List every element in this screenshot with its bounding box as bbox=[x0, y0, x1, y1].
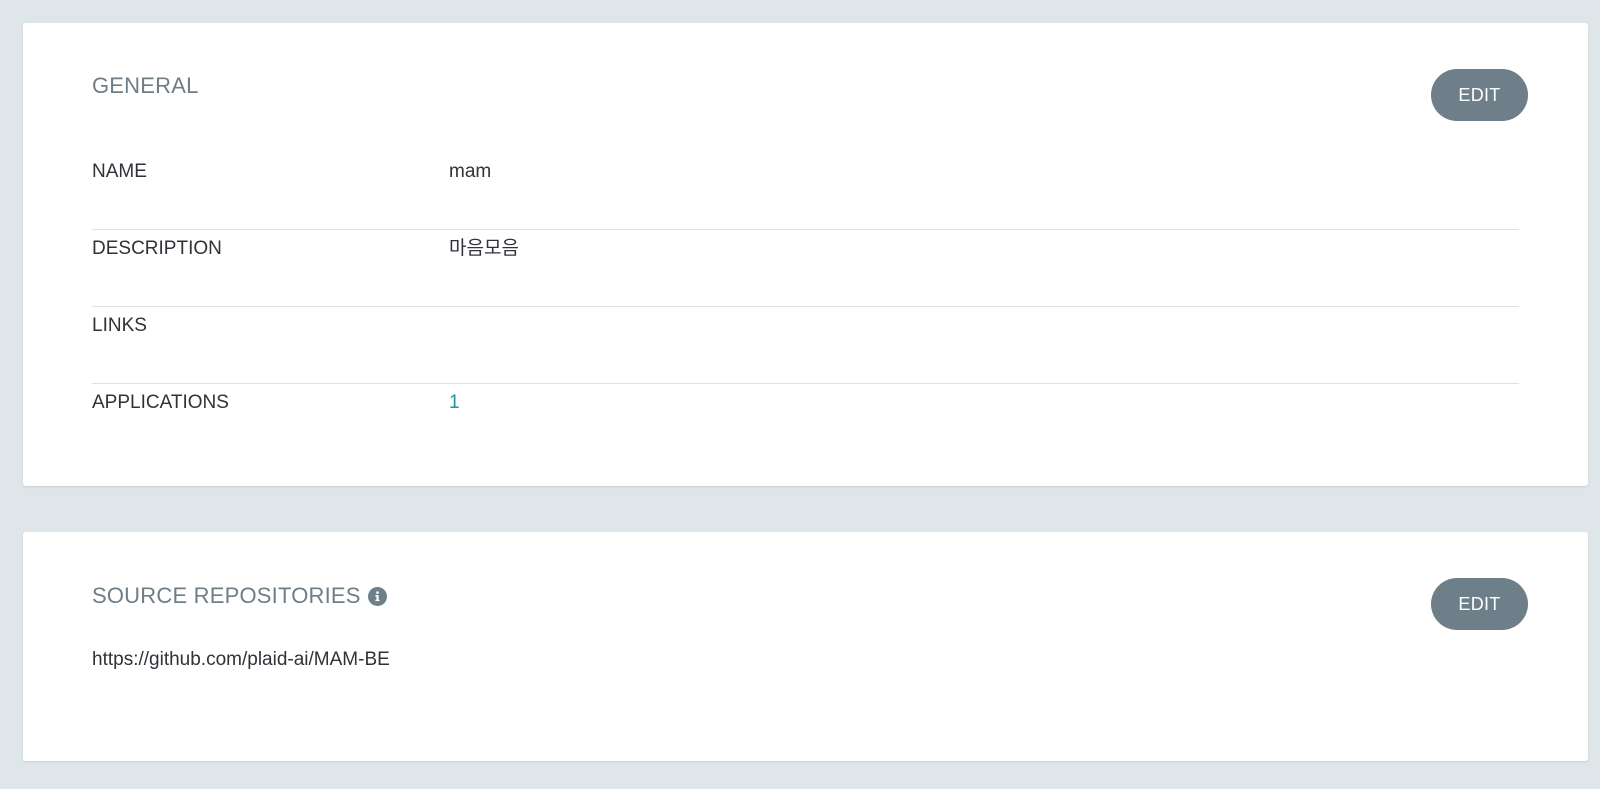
row-label: LINKS bbox=[92, 315, 147, 336]
applications-count-link[interactable]: 1 bbox=[449, 384, 460, 422]
source-repositories-title: SOURCE REPOSITORIES bbox=[92, 583, 387, 609]
row-value: 마음모음 bbox=[449, 238, 519, 259]
row-applications: APPLICATIONS 1 bbox=[92, 384, 1519, 461]
general-card: GENERAL EDIT NAME mam DESCRIPTION 마음모음 L… bbox=[23, 23, 1588, 486]
repository-url: https://github.com/plaid-ai/MAM-BE bbox=[92, 649, 390, 670]
source-repositories-edit-button[interactable]: EDIT bbox=[1431, 578, 1528, 630]
row-description: DESCRIPTION 마음모음 bbox=[92, 230, 1519, 307]
general-title: GENERAL bbox=[92, 73, 199, 99]
general-rows: NAME mam DESCRIPTION 마음모음 LINKS APPLICAT… bbox=[92, 153, 1519, 461]
row-label: APPLICATIONS bbox=[92, 392, 229, 413]
general-edit-button[interactable]: EDIT bbox=[1431, 69, 1528, 121]
source-repositories-title-text: SOURCE REPOSITORIES bbox=[92, 583, 361, 608]
row-name: NAME mam bbox=[92, 153, 1519, 230]
row-label: DESCRIPTION bbox=[92, 238, 222, 259]
info-icon[interactable] bbox=[367, 586, 387, 606]
general-title-text: GENERAL bbox=[92, 73, 199, 98]
row-value: mam bbox=[449, 161, 492, 182]
source-repositories-card: SOURCE REPOSITORIES EDIT https://github.… bbox=[23, 532, 1588, 761]
row-links: LINKS bbox=[92, 307, 1519, 384]
row-label: NAME bbox=[92, 161, 147, 182]
